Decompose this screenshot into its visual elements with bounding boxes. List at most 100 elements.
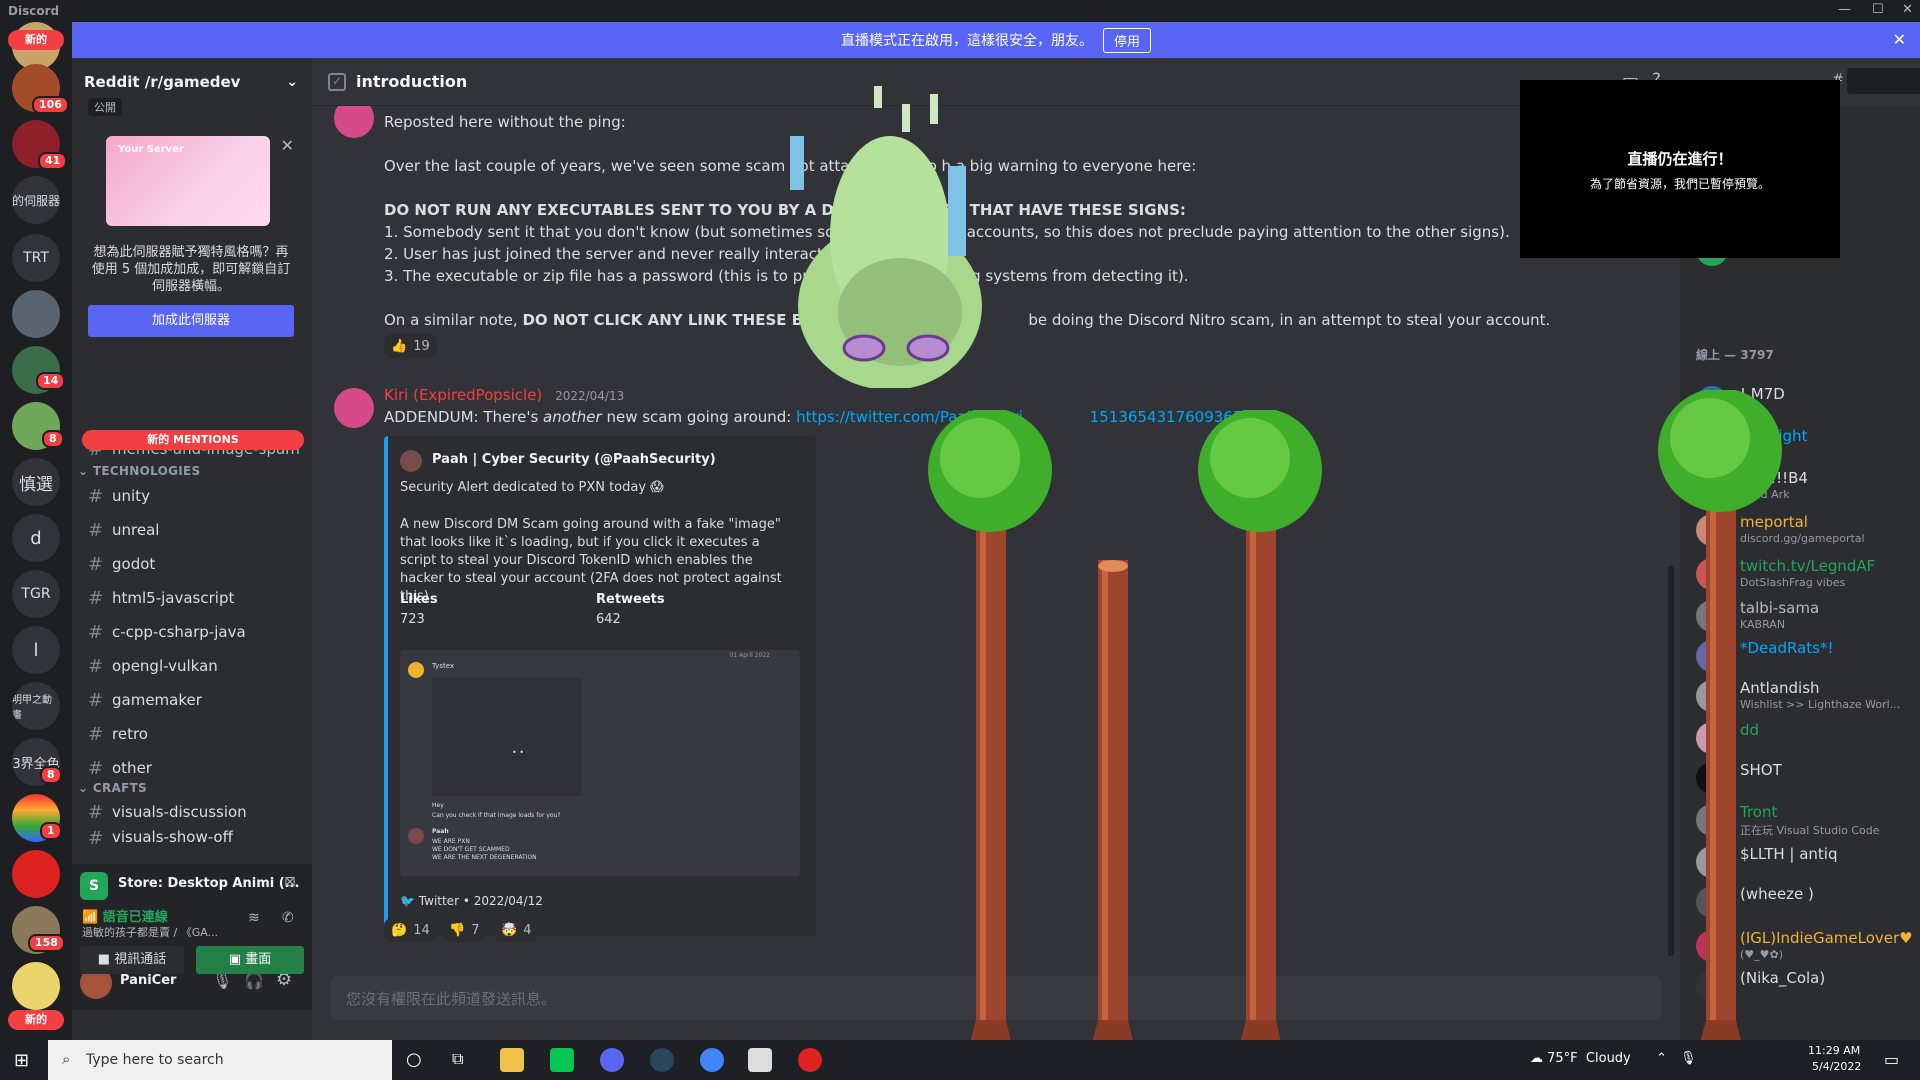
mention-badge: 1 [40,822,62,840]
channel-other[interactable]: # other [80,752,306,784]
new-unread-pill-bottom[interactable]: 新的 [8,1010,64,1030]
promo-banner-image: Your Server [106,136,270,226]
channel-gamemaker[interactable]: # gamemaker [80,684,306,716]
app-red-icon[interactable] [798,1048,822,1072]
shot-date: 01 April 2022 [729,652,770,659]
new-mentions-pill[interactable]: 新的 MENTIONS [82,430,304,450]
embed-author[interactable]: Paah | Cyber Security (@PaahSecurity) [432,452,716,467]
mention-badge: 8 [40,766,62,784]
mention-badge: 106 [32,96,69,114]
noise-suppression-icon[interactable]: ≋ [248,910,260,926]
channel-unreal[interactable]: # unreal [80,514,306,546]
disable-streamer-button[interactable]: 停用 [1102,27,1151,53]
activity-title[interactable]: Store: Desktop Animi (... [118,876,300,891]
steam-app-icon[interactable] [650,1048,674,1072]
file-explorer-icon[interactable] [500,1048,524,1072]
channel-godot[interactable]: # godot [80,548,306,580]
shot-line: WE ARE THE NEXT DEGENERATION [432,854,537,861]
avatar[interactable] [334,388,374,428]
microphone-tray-icon[interactable]: 🎙 [1680,1051,1697,1066]
disconnect-icon[interactable]: ✆ [282,910,294,926]
banner-close-icon[interactable]: ✕ [1893,30,1906,49]
chrome-app-icon[interactable] [700,1048,724,1072]
server-icon-zhen[interactable]: 慎選 [12,458,60,506]
channel-opengl-vulkan[interactable]: # opengl-vulkan [80,650,306,682]
server-icon-text[interactable]: 的伺服器 [12,176,60,224]
voice-channel-name[interactable]: 過敏的孩子都是賣 / 《GA... [82,924,218,940]
shot-line: WE ARE PXN [432,838,470,845]
desktop-pet-ghost-sprite[interactable] [790,86,990,388]
promo-text: 想為此伺服器賦予獨特風格嗎？再使用 5 個加成加成，即可解鎖自訂伺服器橫幅。 [91,245,291,294]
channel-sidebar: Reddit /r/gamedev ⌄ 公開 ✕ Your Server 想為此… [72,58,312,1040]
avatar[interactable] [334,106,374,138]
embed-footer: 🐦 Twitter • 2022/04/12 [400,894,543,908]
mention-badge: 41 [38,152,68,170]
thumbs-up-icon: 👍 [391,338,408,354]
voice-connected-status: 📶 語音已連線 [82,910,168,925]
minimize-icon[interactable]: — [1838,2,1851,17]
server-icon-red-logo[interactable] [12,850,60,898]
activity-close-icon[interactable]: ⊠ [284,874,296,890]
server-icon-photo[interactable] [12,290,60,338]
channel-title: introduction [356,72,468,91]
promo-close-icon[interactable]: ✕ [281,136,294,155]
clock-time[interactable]: 11:29 AM [1808,1044,1860,1057]
notification-icon[interactable]: ▭ [1884,1050,1899,1069]
shot-line: WE DON'T GET SCAMMED [432,846,510,853]
message-timestamp: 2022/04/13 [555,389,625,403]
video-button[interactable]: ■ 視訊通話 [80,946,184,974]
server-icon-tgr[interactable]: TGR [12,570,60,618]
taskbar-search-input[interactable]: ⌕ Type here to search [48,1040,392,1080]
channel-retro[interactable]: # retro [80,718,306,750]
channel-html5-javascript[interactable]: # html5-javascript [80,582,306,614]
twitter-bird-icon: 🐦 [400,894,415,908]
chevron-up-icon[interactable]: ⌃ [1656,1051,1667,1066]
server-icon-anim[interactable]: 明甲之動畫 [12,682,60,730]
category-technologies[interactable]: ⌄ TECHNOLOGIES [78,464,201,478]
reaction-thumbs-down[interactable]: 👎 7 [442,918,487,942]
close-window-icon[interactable]: ✕ [1902,2,1913,17]
pixel-tree [1082,560,1142,1080]
channel-visuals-discussion[interactable]: # visuals-discussion [80,796,306,828]
stream-preview[interactable]: 直播仍在進行！ 為了節省資源，我們已暫停預覽。 [1520,80,1840,258]
clock-date[interactable]: 5/4/2022 [1812,1060,1861,1073]
hash-icon: # [88,689,104,711]
reaction-mind-blown[interactable]: 🤯 4 [494,918,539,942]
channel-unity[interactable]: # unity [80,480,306,512]
public-tag: 公開 [88,98,122,116]
task-view-icon[interactable]: ⧉ [452,1049,463,1069]
rules-channel-icon: ✓ [328,72,346,91]
server-icon-d[interactable]: d [12,514,60,562]
unity-app-icon[interactable] [748,1048,772,1072]
hash-icon: # [88,723,104,745]
username[interactable]: PaniCer [120,973,176,988]
online-header: 線上 — 3797 [1696,348,1774,362]
boost-server-button[interactable]: 加成此伺服器 [88,305,294,337]
search-input[interactable] [1847,68,1920,94]
category-crafts[interactable]: ⌄ CRAFTS [78,781,147,795]
thinking-icon: 🤔 [391,922,408,938]
avatar [408,828,424,844]
title-bar: Discord — ☐ ✕ [0,0,1920,22]
new-unread-pill-top[interactable]: 新的 [8,30,64,50]
embed-image[interactable]: Tystex 01 April 2022 • • Hey Can you che… [400,650,800,876]
server-icon-anime[interactable] [12,962,60,1010]
line-app-icon[interactable] [550,1048,574,1072]
reaction-thumbs-up[interactable]: 👍 19 [384,334,437,358]
server-icon-trt[interactable]: TRT [12,234,60,282]
cortana-icon[interactable]: ○ [406,1049,422,1070]
discord-app-icon[interactable] [600,1048,624,1072]
message-text: ADDENDUM: There's another new scam going… [384,408,1272,426]
mention-badge: 158 [28,934,65,952]
channel-c-cpp-csharp-java[interactable]: # c-cpp-csharp-java [80,616,306,648]
windows-start-icon[interactable]: ⊞ [14,1050,29,1071]
chevron-down-icon[interactable]: ⌄ [286,74,298,90]
server-icon-l[interactable]: l [12,626,60,674]
weather-widget[interactable]: ☁ 75°F Cloudy [1530,1051,1631,1066]
likes-label: Likes [400,592,438,607]
message-author[interactable]: Kiri (ExpiredPopsicle) [384,386,542,404]
screen-share-button[interactable]: ▣ 畫面 [196,946,304,974]
reaction-thinking[interactable]: 🤔 14 [384,918,437,942]
maximize-icon[interactable]: ☐ [1872,2,1884,17]
channel-visuals-show-off[interactable]: # visuals-show-off [80,828,306,850]
